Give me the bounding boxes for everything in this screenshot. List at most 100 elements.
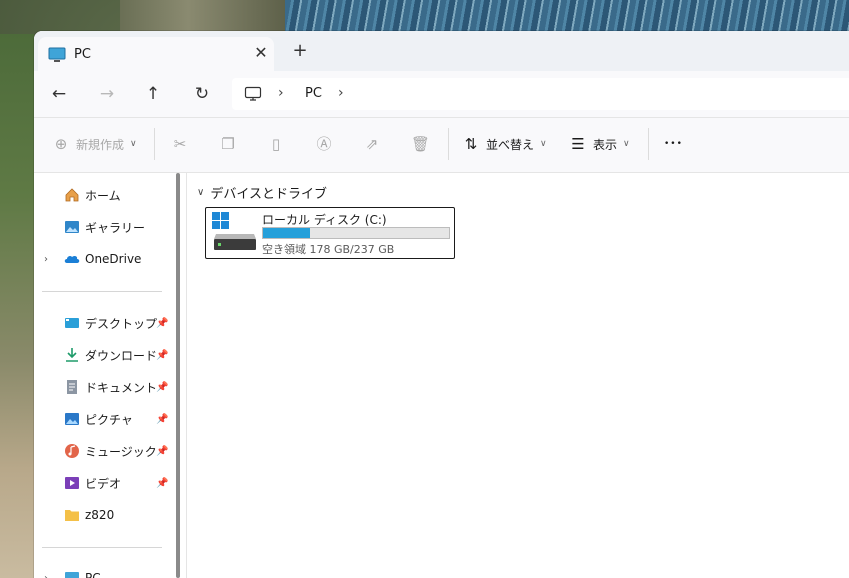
divider — [154, 128, 155, 160]
sidebar-item-desktop[interactable]: デスクトップ 📌 — [34, 308, 182, 338]
music-icon — [65, 444, 79, 458]
document-icon — [67, 380, 77, 394]
file-explorer-window: PC ✕ + ← → ↑ ↻ › PC › ⊕ 新規作成 ∨ ✂ ❐ ▯ Ⓐ ⇗ — [34, 31, 849, 578]
sidebar-item-label: ギャラリー — [85, 220, 146, 235]
address-bar[interactable]: › PC › — [232, 78, 849, 110]
content-area: ∨ デバイスとドライブ ローカル ディスク (C:) 空き領域 178 GB/2… — [187, 173, 849, 578]
pictures-icon — [65, 413, 79, 425]
pin-icon[interactable]: 📌 — [156, 318, 168, 329]
trash-icon: 🗑 — [411, 135, 431, 153]
drive-free-space: 空き領域 178 GB/237 GB — [262, 243, 395, 256]
sidebar-item-label: ビデオ — [85, 476, 122, 491]
more-options-button[interactable]: ••• — [664, 132, 683, 156]
new-tab-button[interactable]: + — [290, 41, 310, 61]
share-button[interactable]: ⇗ — [363, 132, 387, 156]
copy-icon: ❐ — [221, 135, 235, 153]
breadcrumb-chevron-icon[interactable]: › — [278, 85, 284, 101]
rename-button[interactable]: Ⓐ — [315, 132, 339, 156]
pin-icon[interactable]: 📌 — [156, 414, 168, 425]
sort-icon: ⇅ — [464, 135, 478, 153]
sidebar-scrollbar[interactable] — [176, 173, 180, 578]
sidebar-item-pictures[interactable]: ピクチャ 📌 — [34, 404, 182, 434]
breadcrumb-chevron-icon[interactable]: › — [338, 85, 344, 101]
sidebar-item-videos[interactable]: ビデオ 📌 — [34, 468, 182, 498]
command-bar: ⊕ 新規作成 ∨ ✂ ❐ ▯ Ⓐ ⇗ 🗑 ⇅ 並べ替え ∨ ☰ 表示 ∨ ••• — [34, 118, 849, 173]
forward-button[interactable]: → — [94, 82, 120, 106]
sidebar-item-label: ドキュメント — [85, 380, 158, 395]
sidebar-item-gallery[interactable]: ギャラリー — [34, 212, 182, 242]
view-icon: ☰ — [571, 135, 585, 153]
sidebar-item-music[interactable]: ミュージック 📌 — [34, 436, 182, 466]
sidebar-item-label: ホーム — [85, 188, 121, 203]
scissors-icon: ✂ — [173, 135, 187, 153]
desktop-icon — [65, 318, 79, 328]
delete-button[interactable]: 🗑 — [411, 132, 435, 156]
close-tab-icon[interactable]: ✕ — [252, 44, 270, 62]
pin-icon[interactable]: 📌 — [156, 350, 168, 361]
sidebar-item-label: デスクトップ — [85, 316, 158, 331]
pin-icon[interactable]: 📌 — [156, 478, 168, 489]
group-title: デバイスとドライブ — [210, 187, 327, 202]
back-button[interactable]: ← — [46, 82, 72, 106]
sidebar-item-label: ダウンロード — [85, 348, 158, 363]
tab-pc[interactable]: PC ✕ — [38, 37, 274, 71]
up-button[interactable]: ↑ — [140, 82, 166, 106]
group-header-devices[interactable]: ∨ デバイスとドライブ — [197, 183, 327, 202]
sidebar-item-downloads[interactable]: ダウンロード 📌 — [34, 340, 182, 370]
paste-button[interactable]: ▯ — [267, 132, 291, 156]
drive-usage-bar — [262, 227, 450, 239]
drive-name: ローカル ディスク (C:) — [262, 213, 387, 227]
pin-icon[interactable]: 📌 — [156, 446, 168, 457]
navigation-pane: ホーム ギャラリー › OneDrive デスクトップ 📌 ダウンロード 📌 ド… — [34, 173, 182, 578]
chevron-down-icon: ∨ — [623, 139, 630, 149]
divider — [448, 128, 449, 160]
breadcrumb-pc[interactable]: PC — [305, 86, 322, 101]
monitor-icon[interactable] — [244, 86, 262, 105]
chevron-right-icon[interactable]: › — [44, 254, 48, 265]
sidebar-item-label: OneDrive — [85, 252, 142, 266]
share-icon: ⇗ — [365, 135, 379, 153]
onedrive-icon — [64, 255, 80, 263]
drive-usage-fill — [263, 228, 310, 238]
pin-icon[interactable]: 📌 — [156, 382, 168, 393]
rename-icon: Ⓐ — [316, 135, 332, 153]
chevron-down-icon: ∨ — [130, 139, 137, 149]
sort-button[interactable]: ⇅ 並べ替え ∨ — [462, 132, 547, 156]
wallpaper-rock — [120, 0, 290, 34]
gallery-icon — [65, 221, 79, 233]
folder-icon — [65, 510, 79, 521]
sidebar-item-z820[interactable]: z820 — [34, 500, 182, 530]
monitor-icon — [48, 47, 66, 66]
sidebar-item-pc[interactable]: › PC — [34, 563, 182, 578]
new-label: 新規作成 — [76, 137, 125, 152]
wallpaper-sea — [285, 0, 849, 34]
sidebar-item-documents[interactable]: ドキュメント 📌 — [34, 372, 182, 402]
sidebar-divider — [42, 547, 162, 548]
chevron-down-icon: ∨ — [540, 139, 547, 149]
divider — [648, 128, 649, 160]
sidebar-divider — [42, 291, 162, 292]
chevron-down-icon[interactable]: ∨ — [197, 187, 204, 198]
chevron-right-icon[interactable]: › — [44, 573, 48, 578]
clipboard-icon: ▯ — [271, 135, 281, 153]
navigation-bar: ← → ↑ ↻ › PC › — [34, 71, 849, 118]
copy-button[interactable]: ❐ — [219, 132, 243, 156]
plus-circle-icon: ⊕ — [54, 135, 68, 153]
drive-tile-c[interactable]: ローカル ディスク (C:) 空き領域 178 GB/237 GB — [205, 207, 455, 259]
sidebar-item-onedrive[interactable]: › OneDrive — [34, 244, 182, 274]
wallpaper-cliff — [0, 34, 34, 578]
sidebar-item-label: z820 — [85, 508, 115, 522]
view-label: 表示 — [593, 137, 618, 152]
new-button[interactable]: ⊕ 新規作成 ∨ — [52, 132, 137, 156]
sidebar-item-label: ピクチャ — [85, 412, 133, 427]
sidebar-item-home[interactable]: ホーム — [34, 180, 182, 210]
refresh-button[interactable]: ↻ — [189, 82, 215, 106]
sidebar-item-label: PC — [85, 571, 101, 578]
cut-button[interactable]: ✂ — [171, 132, 195, 156]
sidebar-item-label: ミュージック — [85, 444, 157, 459]
pc-icon — [65, 572, 79, 578]
view-button[interactable]: ☰ 表示 ∨ — [569, 132, 630, 156]
video-icon — [65, 477, 79, 489]
tab-strip: PC ✕ + — [34, 31, 849, 71]
sort-label: 並べ替え — [486, 137, 535, 152]
